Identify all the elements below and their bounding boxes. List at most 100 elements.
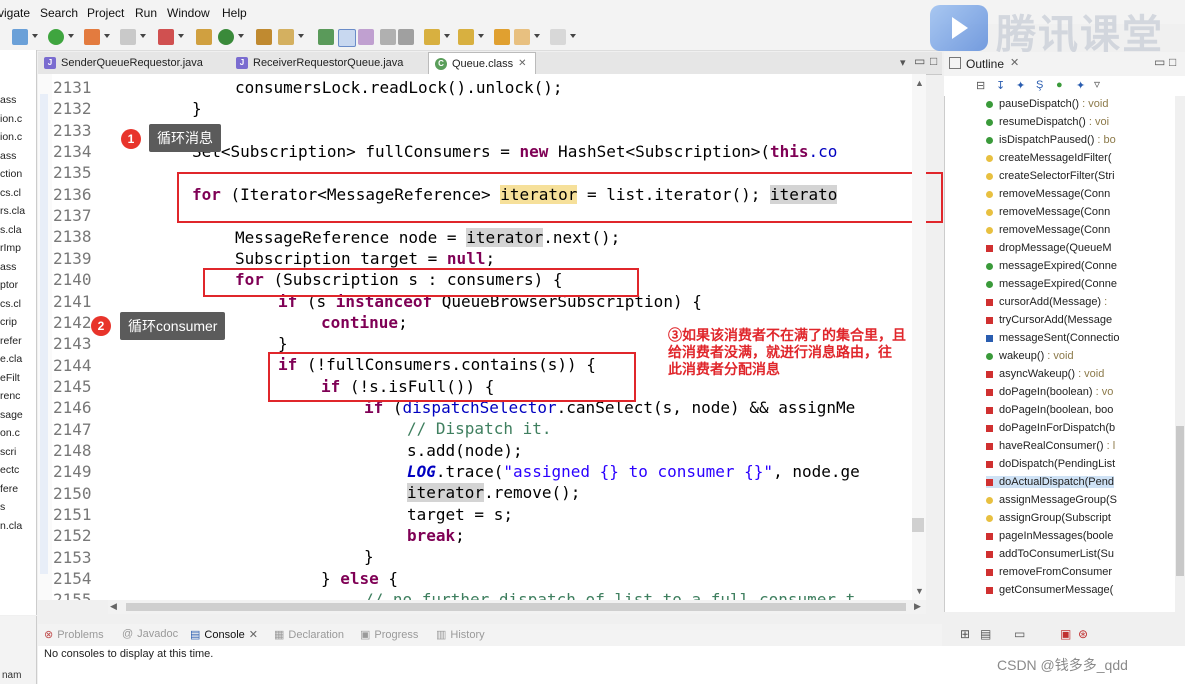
- open-console-icon[interactable]: ⊞: [960, 627, 970, 641]
- new-class-icon[interactable]: [218, 29, 234, 45]
- maximize-icon[interactable]: □: [1169, 55, 1176, 69]
- chevron-down-icon[interactable]: [32, 34, 38, 38]
- outline-scrollbar[interactable]: [1175, 96, 1185, 612]
- outline-item[interactable]: doPageIn(boolean) : vo: [986, 386, 1113, 398]
- outline-item[interactable]: removeMessage(Conn: [986, 188, 1110, 200]
- outline-item[interactable]: removeMessage(Conn: [986, 224, 1110, 236]
- explorer-item[interactable]: ptor: [0, 279, 18, 291]
- minimize-icon[interactable]: ▭: [914, 54, 925, 68]
- outline-item[interactable]: wakeup() : void: [986, 350, 1074, 362]
- hscroll-thumb[interactable]: [126, 603, 906, 611]
- display-console-icon[interactable]: ▤: [980, 627, 991, 641]
- explorer-item[interactable]: eFilt: [0, 372, 20, 384]
- outline-item[interactable]: pageInMessages(boole: [986, 530, 1113, 542]
- chevron-down-icon[interactable]: [140, 34, 146, 38]
- view-menu-icon[interactable]: ▿: [1094, 77, 1100, 91]
- tab-progress[interactable]: ▣ Progress: [360, 628, 418, 642]
- explorer-item[interactable]: ion.c: [0, 131, 22, 143]
- outline-item[interactable]: resumeDispatch() : voi: [986, 116, 1109, 128]
- explorer-item[interactable]: n.cla: [0, 520, 22, 532]
- last-edit-icon[interactable]: [494, 29, 510, 45]
- explorer-item[interactable]: on.c: [0, 427, 20, 439]
- new-console-icon[interactable]: ▭: [1014, 627, 1025, 641]
- tab-sender-queue-requestor[interactable]: J SenderQueueRequestor.java: [38, 52, 226, 74]
- tab-declaration[interactable]: ▦ Declaration: [274, 628, 344, 642]
- server-icon[interactable]: [158, 29, 174, 45]
- outline-item[interactable]: doDispatch(PendingList: [986, 458, 1115, 470]
- hide-nonpublic-icon[interactable]: ●: [1056, 79, 1063, 91]
- explorer-item[interactable]: ion.c: [0, 113, 22, 125]
- chevron-down-icon[interactable]: ▾: [900, 56, 906, 69]
- explorer-item[interactable]: fere: [0, 483, 18, 495]
- close-icon[interactable]: ✕: [249, 628, 258, 641]
- outline-item[interactable]: removeFromConsumer: [986, 566, 1112, 578]
- hide-static-icon[interactable]: Ş: [1036, 79, 1043, 91]
- outline-item[interactable]: tryCursorAdd(Message: [986, 314, 1112, 326]
- block-select-icon[interactable]: [358, 29, 374, 45]
- explorer-item[interactable]: ass: [0, 150, 16, 162]
- outline-item[interactable]: doActualDispatch(Pend: [986, 476, 1114, 488]
- collapse-all-icon[interactable]: ⊟: [976, 79, 985, 92]
- explorer-item[interactable]: ass: [0, 261, 16, 273]
- chevron-down-icon[interactable]: [298, 34, 304, 38]
- run-icon[interactable]: [48, 29, 64, 45]
- explorer-item[interactable]: cs.cl: [0, 187, 21, 199]
- explorer-item[interactable]: ectc: [0, 464, 19, 476]
- explorer-item[interactable]: s.cla: [0, 224, 22, 236]
- outline-item[interactable]: assignMessageGroup(S: [986, 494, 1117, 506]
- explorer-item[interactable]: rImp: [0, 242, 21, 254]
- outline-item[interactable]: assignGroup(Subscript: [986, 512, 1111, 524]
- minimize-icon[interactable]: ▭: [1154, 55, 1165, 69]
- paragraph-icon[interactable]: [398, 29, 414, 45]
- explorer-item[interactable]: crip: [0, 316, 17, 328]
- show-whitespace-icon[interactable]: [380, 29, 396, 45]
- hide-local-types-icon[interactable]: ✦: [1076, 79, 1085, 92]
- menu-window[interactable]: Window: [167, 6, 210, 20]
- chevron-down-icon[interactable]: [444, 34, 450, 38]
- chevron-down-icon[interactable]: [104, 34, 110, 38]
- scroll-right-icon[interactable]: ▶: [914, 601, 921, 612]
- outline-item[interactable]: doPageIn(boolean, boo: [986, 404, 1113, 416]
- menu-run[interactable]: Run: [135, 6, 157, 20]
- explorer-item[interactable]: ass: [0, 94, 16, 106]
- explorer-item[interactable]: cs.cl: [0, 298, 21, 310]
- sort-icon[interactable]: ↧: [996, 79, 1005, 92]
- chevron-down-icon[interactable]: [534, 34, 540, 38]
- tab-history[interactable]: ▥ History: [436, 628, 485, 642]
- chevron-down-icon[interactable]: [178, 34, 184, 38]
- mark-occurrences-icon[interactable]: [338, 29, 356, 47]
- tab-queue-class[interactable]: C Queue.class ✕: [428, 52, 536, 74]
- annotation-icon[interactable]: [318, 29, 334, 45]
- tab-receiver-requestor-queue[interactable]: J ReceiverRequestorQueue.java: [230, 52, 424, 74]
- outline-item[interactable]: doPageInForDispatch(b: [986, 422, 1115, 434]
- tab-problems[interactable]: ⊗ Problems: [44, 628, 104, 642]
- menu-search[interactable]: Search: [40, 6, 78, 20]
- outline-item[interactable]: isDispatchPaused() : bo: [986, 134, 1116, 146]
- scroll-left-icon[interactable]: ◀: [110, 601, 117, 612]
- chevron-down-icon[interactable]: [68, 34, 74, 38]
- external-tools-icon[interactable]: [84, 29, 100, 45]
- menu-navigate[interactable]: vigate: [0, 6, 30, 20]
- explorer-item[interactable]: e.cla: [0, 353, 22, 365]
- forward-icon[interactable]: [550, 29, 566, 45]
- outline-item[interactable]: asyncWakeup() : void: [986, 368, 1104, 380]
- tab-console[interactable]: ▤ Console ✕: [190, 628, 258, 642]
- explorer-item[interactable]: s: [0, 501, 5, 513]
- close-icon[interactable]: ✕: [1010, 56, 1019, 69]
- outline-item[interactable]: haveRealConsumer() : l: [986, 440, 1115, 452]
- outline-item[interactable]: messageExpired(Conne: [986, 260, 1117, 272]
- back-icon[interactable]: [514, 29, 530, 45]
- outline-item[interactable]: removeMessage(Conn: [986, 206, 1110, 218]
- new-package-icon[interactable]: [196, 29, 212, 45]
- chevron-down-icon[interactable]: [570, 34, 576, 38]
- scroll-thumb[interactable]: [912, 518, 924, 532]
- tab-javadoc[interactable]: @ Javadoc: [122, 628, 178, 640]
- outline-item[interactable]: messageSent(Connectio: [986, 332, 1119, 344]
- explorer-item[interactable]: rs.cla: [0, 205, 25, 217]
- editor-vertical-scrollbar[interactable]: ▲ ▼: [912, 74, 926, 600]
- outline-item[interactable]: dropMessage(QueueM: [986, 242, 1112, 254]
- outline-item[interactable]: createSelectorFilter(Stri: [986, 170, 1115, 182]
- explorer-item[interactable]: sage: [0, 409, 23, 421]
- prev-annotation-icon[interactable]: [458, 29, 474, 45]
- outline-item[interactable]: getConsumerMessage(: [986, 584, 1113, 596]
